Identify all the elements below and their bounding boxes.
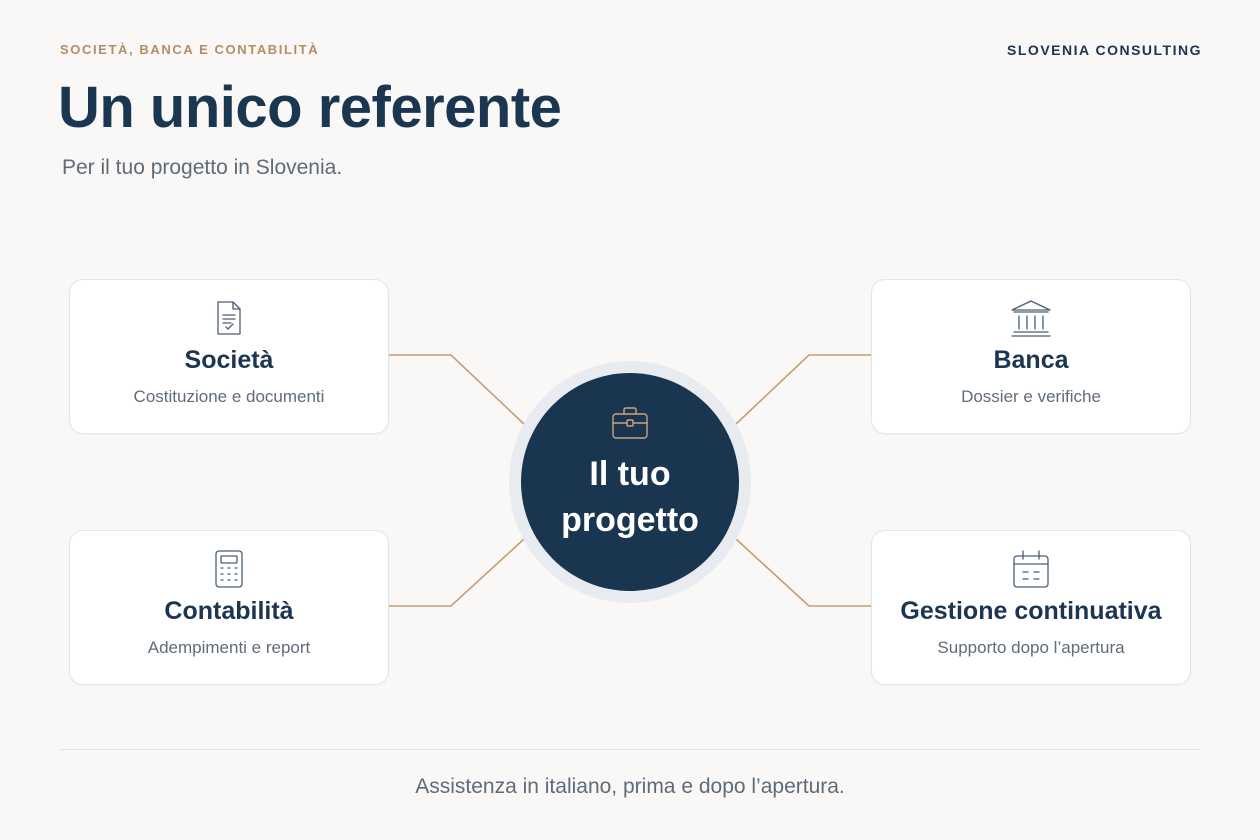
card-contabilita: Contabilità Adempimenti e report bbox=[69, 530, 389, 685]
hub-circle: Il tuo progetto bbox=[521, 373, 739, 591]
calendar-icon bbox=[1011, 549, 1051, 589]
card-description: Adempimenti e report bbox=[147, 638, 311, 657]
hub-label: Il tuo progetto bbox=[561, 455, 699, 539]
connector-societa bbox=[389, 354, 525, 425]
slide: SOCIETÀ, BANCA E CONTABILITÀ SLOVENIA CO… bbox=[0, 0, 1260, 840]
card-gestione-continuativa: Gestione continuativa Supporto dopo l’ap… bbox=[871, 530, 1191, 685]
card-title: Contabilità bbox=[164, 597, 294, 625]
footer-text: Assistenza in italiano, prima e dopo l’a… bbox=[415, 775, 845, 798]
card-societa: Società Costituzione e documenti bbox=[69, 279, 389, 434]
calculator-icon bbox=[209, 549, 249, 589]
card-banca: Banca Dossier e verifiche bbox=[871, 279, 1191, 434]
briefcase-icon bbox=[610, 403, 650, 443]
card-title: Banca bbox=[993, 346, 1069, 374]
card-description: Supporto dopo l’apertura bbox=[937, 638, 1125, 657]
connector-gestione bbox=[735, 538, 871, 607]
card-description: Costituzione e documenti bbox=[133, 387, 325, 406]
connector-contabilita bbox=[389, 538, 525, 607]
card-title: Gestione continuativa bbox=[900, 597, 1162, 625]
card-description: Dossier e verifiche bbox=[961, 387, 1101, 406]
connector-banca bbox=[735, 354, 871, 425]
bank-icon bbox=[1011, 298, 1051, 338]
footer-divider bbox=[60, 749, 1201, 750]
card-title: Società bbox=[184, 346, 274, 374]
document-icon bbox=[209, 298, 249, 338]
